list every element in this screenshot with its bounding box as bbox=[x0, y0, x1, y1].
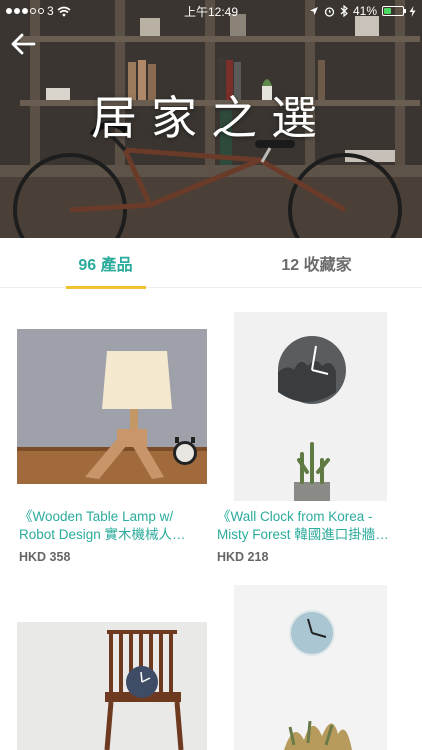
product-price: HKD 358 bbox=[19, 550, 71, 564]
product-card[interactable]: 《Wooden Table Lamp w/ Robot Design 實木機械人… bbox=[0, 288, 211, 578]
back-arrow-icon bbox=[11, 33, 36, 55]
status-bar: 3 上午12:49 41% bbox=[0, 0, 422, 22]
wifi-icon bbox=[57, 6, 71, 16]
carrier-name: 3 bbox=[47, 4, 54, 18]
signal-strength-icon bbox=[6, 8, 44, 14]
charging-bolt-icon bbox=[409, 5, 416, 17]
product-image[interactable] bbox=[234, 312, 387, 501]
product-title-line2[interactable]: Robot Design 實木機械人… bbox=[19, 526, 211, 544]
tab-products-label: 96 產品 bbox=[78, 257, 133, 274]
product-image[interactable] bbox=[234, 585, 387, 750]
product-card[interactable] bbox=[211, 578, 422, 750]
location-arrow-icon bbox=[309, 7, 318, 15]
product-image[interactable] bbox=[17, 329, 207, 484]
back-button[interactable] bbox=[10, 32, 38, 56]
tab-collectors[interactable]: 12 收藏家 bbox=[211, 238, 422, 288]
bluetooth-icon bbox=[340, 5, 348, 17]
tab-bar: 96 產品 12 收藏家 bbox=[0, 238, 422, 289]
product-grid: 《Wooden Table Lamp w/ Robot Design 實木機械人… bbox=[0, 288, 422, 750]
collection-title: 居家之選 bbox=[91, 91, 331, 145]
product-title-line2[interactable]: Misty Forest 韓國進口掛牆… bbox=[217, 526, 409, 544]
alarm-icon bbox=[324, 6, 335, 17]
hero-banner: 3 上午12:49 41% 居家之選 bbox=[0, 0, 422, 238]
product-card[interactable]: 《Wall Clock from Korea - Misty Forest 韓國… bbox=[211, 288, 422, 578]
product-price: HKD 218 bbox=[217, 550, 269, 564]
battery-level bbox=[384, 8, 392, 14]
tab-products[interactable]: 96 產品 bbox=[0, 238, 211, 289]
product-title-line1[interactable]: 《Wooden Table Lamp w/ bbox=[19, 508, 211, 526]
battery-percentage: 41% bbox=[352, 4, 377, 18]
status-time: 上午12:49 bbox=[183, 4, 239, 19]
tab-collectors-label: 12 收藏家 bbox=[281, 257, 352, 274]
product-title-line1[interactable]: 《Wall Clock from Korea - bbox=[217, 508, 409, 526]
battery-icon bbox=[382, 6, 406, 16]
product-card[interactable] bbox=[0, 578, 211, 750]
product-image[interactable] bbox=[17, 622, 207, 750]
